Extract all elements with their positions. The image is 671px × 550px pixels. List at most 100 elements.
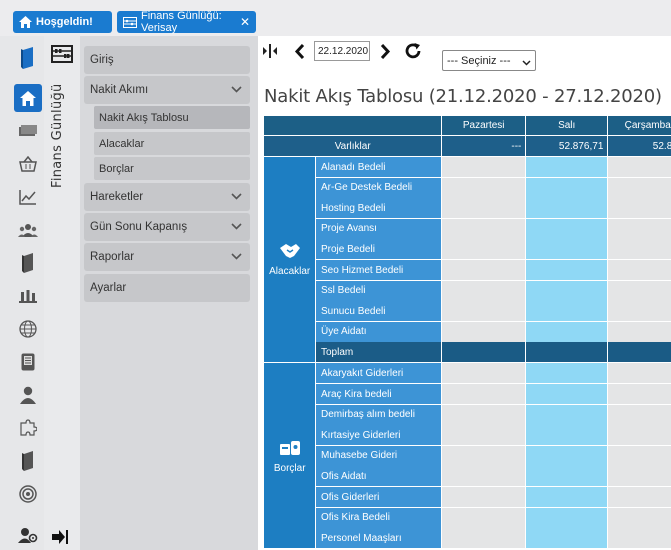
tab-finance[interactable]: Finans Günlüğü: Verisay ✕: [117, 10, 256, 34]
table-cell[interactable]: [442, 198, 526, 219]
table-row-label[interactable]: Demirbaş alım bedeli: [316, 404, 442, 425]
table-cell[interactable]: [442, 239, 526, 260]
puzzle-icon[interactable]: [14, 414, 42, 442]
table-cell[interactable]: [526, 528, 608, 549]
device-icon[interactable]: [14, 348, 42, 376]
table-cell[interactable]: [442, 280, 526, 301]
person-icon[interactable]: [14, 381, 42, 409]
table-cell[interactable]: [526, 301, 608, 322]
tab-home[interactable]: Hoşgeldin!: [13, 11, 112, 33]
book-icon[interactable]: [14, 447, 42, 475]
expand-sidebar-icon[interactable]: [52, 530, 68, 547]
table-cell[interactable]: [608, 177, 671, 198]
globe-icon[interactable]: [14, 315, 42, 343]
table-cell[interactable]: [608, 301, 671, 322]
table-cell[interactable]: [442, 404, 526, 425]
menu-item-nakit-akimi[interactable]: Nakit Akımı: [84, 76, 250, 104]
chart-icon[interactable]: [14, 183, 42, 211]
table-row-label[interactable]: Akaryakıt Giderleri: [316, 363, 442, 384]
next-week-icon[interactable]: [380, 44, 391, 59]
table-cell[interactable]: [608, 445, 671, 466]
table-row-label[interactable]: Ofis Giderleri: [316, 487, 442, 507]
submenu-item-borclar[interactable]: Borçlar: [94, 157, 250, 180]
table-cell[interactable]: [608, 198, 671, 219]
menu-item-raporlar[interactable]: Raporlar: [84, 243, 250, 271]
table-row-label[interactable]: Ar-Ge Destek Bedeli: [316, 177, 442, 198]
book-icon[interactable]: [14, 249, 42, 277]
table-cell[interactable]: [608, 384, 671, 404]
table-cell[interactable]: [442, 363, 526, 384]
previous-week-icon[interactable]: [294, 44, 305, 59]
table-cell[interactable]: [442, 425, 526, 446]
table-cell[interactable]: [608, 260, 671, 280]
table-row-label[interactable]: Seo Hizmet Bedeli: [316, 260, 442, 280]
home-icon[interactable]: [14, 84, 42, 112]
table-cell[interactable]: [442, 157, 526, 177]
table-row-label[interactable]: Personel Maaşları: [316, 528, 442, 549]
table-row-label[interactable]: Ssl Bedeli: [316, 280, 442, 301]
table-cell[interactable]: [608, 321, 671, 342]
table-cell[interactable]: [608, 507, 671, 528]
table-cell[interactable]: [526, 218, 608, 239]
table-cell[interactable]: [442, 528, 526, 549]
table-cell[interactable]: [608, 157, 671, 177]
table-cell[interactable]: [526, 198, 608, 219]
users-icon[interactable]: [14, 216, 42, 244]
table-row-label[interactable]: Hosting Bedeli: [316, 198, 442, 219]
menu-item-gun-sonu-kapanis[interactable]: Gün Sonu Kapanış: [84, 213, 250, 241]
menu-item-giris[interactable]: Giriş: [84, 46, 250, 74]
table-row-label[interactable]: Kırtasiye Giderleri: [316, 425, 442, 446]
table-cell[interactable]: [526, 321, 608, 342]
menu-item-ayarlar[interactable]: Ayarlar: [84, 274, 250, 302]
book-icon[interactable]: [14, 44, 42, 72]
table-cell[interactable]: [442, 321, 526, 342]
table-cell[interactable]: [442, 445, 526, 466]
table-row-label[interactable]: Üye Aidatı: [316, 321, 442, 342]
money-icon[interactable]: [14, 117, 42, 145]
table-cell[interactable]: [608, 363, 671, 384]
table-cell[interactable]: [526, 363, 608, 384]
table-cell[interactable]: [526, 177, 608, 198]
table-cell[interactable]: [526, 157, 608, 177]
table-cell[interactable]: [608, 528, 671, 549]
table-cell[interactable]: [442, 507, 526, 528]
table-cell[interactable]: [442, 466, 526, 487]
table-cell[interactable]: [526, 280, 608, 301]
table-cell[interactable]: [608, 425, 671, 446]
table-cell[interactable]: [442, 218, 526, 239]
table-cell[interactable]: [442, 177, 526, 198]
table-row-label[interactable]: Araç Kira bedeli: [316, 384, 442, 404]
table-row-label[interactable]: Muhasebe Gideri: [316, 445, 442, 466]
table-cell[interactable]: [442, 384, 526, 404]
date-input[interactable]: 22.12.2020: [314, 41, 370, 61]
table-cell[interactable]: [442, 487, 526, 507]
table-cell[interactable]: [608, 218, 671, 239]
resize-columns-icon[interactable]: [262, 44, 278, 58]
submenu-item-nakit-akis-tablosu[interactable]: Nakit Akış Tablosu: [94, 106, 250, 129]
table-cell[interactable]: [526, 507, 608, 528]
table-row-label[interactable]: Sunucu Bedeli: [316, 301, 442, 322]
table-row-label[interactable]: Alanadı Bedeli: [316, 157, 442, 177]
table-cell[interactable]: [608, 404, 671, 425]
table-cell[interactable]: [442, 260, 526, 280]
user-settings-icon[interactable]: [14, 521, 42, 549]
table-row-label[interactable]: Ofis Aidatı: [316, 466, 442, 487]
table-row-label[interactable]: Proje Avansı: [316, 218, 442, 239]
refresh-icon[interactable]: [404, 42, 422, 60]
table-cell[interactable]: [608, 487, 671, 507]
filter-select[interactable]: --- Seçiniz ---: [442, 50, 536, 71]
table-cell[interactable]: [526, 445, 608, 466]
table-cell[interactable]: [526, 425, 608, 446]
table-cell[interactable]: [526, 487, 608, 507]
table-cell[interactable]: [608, 239, 671, 260]
basket-icon[interactable]: [14, 150, 42, 178]
table-cell[interactable]: [526, 384, 608, 404]
menu-item-hareketler[interactable]: Hareketler: [84, 183, 250, 211]
table-row-label[interactable]: Ofis Kira Bedeli: [316, 507, 442, 528]
table-cell[interactable]: [608, 466, 671, 487]
table-cell[interactable]: [526, 260, 608, 280]
table-cell[interactable]: [442, 301, 526, 322]
table-row-label[interactable]: Proje Bedeli: [316, 239, 442, 260]
close-icon[interactable]: ✕: [240, 15, 250, 29]
submenu-item-alacaklar[interactable]: Alacaklar: [94, 132, 250, 155]
